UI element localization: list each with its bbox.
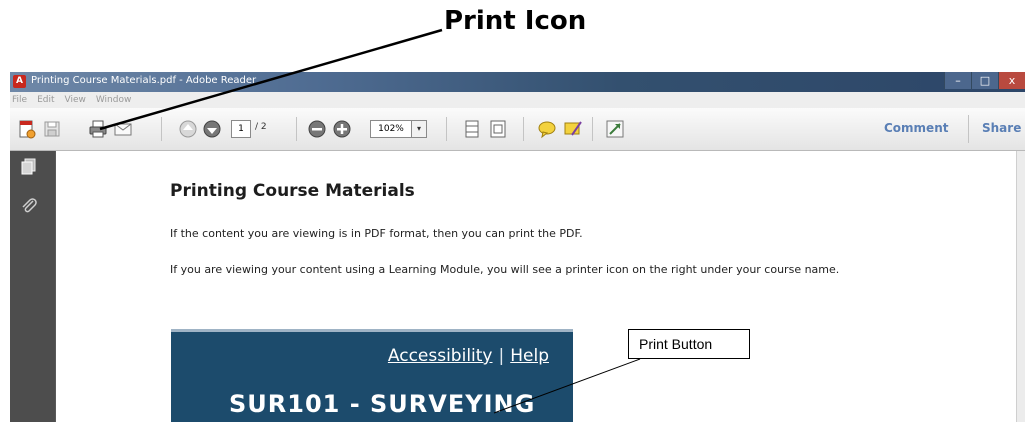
maximize-button[interactable]: □ <box>971 72 998 89</box>
email-icon[interactable] <box>113 119 133 139</box>
toolbar: 1 / 2 102% ▾ Comment Share <box>10 108 1025 151</box>
course-name: SUR101 - SURVEYING <box>229 390 536 418</box>
comment-button[interactable]: Comment <box>884 121 948 135</box>
toolbar-separator <box>968 115 969 143</box>
toolbar-separator <box>446 117 447 141</box>
save-icon[interactable] <box>42 119 62 139</box>
page-total: / 2 <box>255 122 267 132</box>
title-bar: A Printing Course Materials.pdf - Adobe … <box>10 72 1025 92</box>
menu-file[interactable]: File <box>12 92 27 108</box>
sticky-note-icon[interactable] <box>537 119 557 139</box>
menu-bar: File Edit View Window <box>10 92 1025 108</box>
share-button[interactable]: Share <box>982 121 1021 135</box>
print-icon[interactable] <box>88 119 108 139</box>
toolbar-separator <box>296 117 297 141</box>
learning-module-banner: Accessibility | Help SUR101 - SURVEYING <box>171 329 573 422</box>
menu-window[interactable]: Window <box>96 92 132 108</box>
window-controls: – □ x <box>944 72 1025 90</box>
previous-page-icon[interactable] <box>178 119 198 139</box>
page-number-input[interactable]: 1 <box>231 120 251 138</box>
fit-width-icon[interactable] <box>488 119 508 139</box>
link-separator: | <box>498 346 505 366</box>
menu-edit[interactable]: Edit <box>37 92 54 108</box>
document-page: Printing Course Materials If the content… <box>56 151 1016 422</box>
close-button[interactable]: x <box>998 72 1025 89</box>
full-screen-icon[interactable] <box>605 119 625 139</box>
next-page-icon[interactable] <box>202 119 222 139</box>
document-paragraph-2: If you are viewing your content using a … <box>170 263 840 276</box>
accessibility-link[interactable]: Accessibility <box>388 346 493 366</box>
toolbar-separator <box>592 117 593 141</box>
adobe-reader-icon: A <box>13 75 26 88</box>
document-heading: Printing Course Materials <box>170 181 415 201</box>
right-panel-edge <box>1016 151 1025 422</box>
page-thumbnails-icon[interactable] <box>20 158 38 176</box>
help-link[interactable]: Help <box>510 346 549 366</box>
menu-view[interactable]: View <box>65 92 86 108</box>
print-button-callout: Print Button <box>628 329 750 359</box>
attachments-icon[interactable] <box>20 197 38 215</box>
navigation-panel <box>10 151 55 422</box>
toolbar-separator <box>523 117 524 141</box>
adobe-reader-window: A Printing Course Materials.pdf - Adobe … <box>10 72 1025 422</box>
zoom-level-input[interactable]: 102% <box>370 120 412 138</box>
create-pdf-icon[interactable] <box>17 119 37 139</box>
banner-links: Accessibility | Help <box>388 346 549 366</box>
print-icon-callout-title: Print Icon <box>444 6 587 36</box>
zoom-dropdown-button[interactable]: ▾ <box>411 120 427 138</box>
fit-page-icon[interactable] <box>462 119 482 139</box>
window-title: Printing Course Materials.pdf - Adobe Re… <box>31 75 257 86</box>
zoom-out-icon[interactable] <box>307 119 327 139</box>
toolbar-separator <box>161 117 162 141</box>
zoom-in-icon[interactable] <box>332 119 352 139</box>
document-paragraph-1: If the content you are viewing is in PDF… <box>170 227 583 240</box>
highlight-icon[interactable] <box>563 119 583 139</box>
minimize-button[interactable]: – <box>944 72 971 89</box>
